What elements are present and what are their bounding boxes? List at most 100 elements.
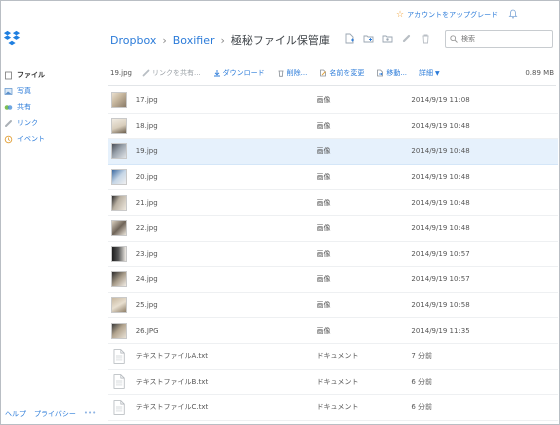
breadcrumb-boxifier[interactable]: Boxifier	[173, 34, 215, 47]
sidebar-item-label: 共有	[17, 103, 31, 111]
image-thumbnail	[111, 271, 127, 288]
image-thumbnail	[111, 220, 127, 237]
breadcrumb-current-folder: 極秘ファイル保管庫	[230, 34, 330, 47]
selected-file-name: 19.jpg	[110, 69, 132, 77]
trash-icon	[278, 70, 284, 77]
sidebar-item-label: 写真	[17, 87, 31, 95]
file-name: 21.jpg	[135, 198, 158, 207]
share-link-button[interactable]: リンクを共有...	[142, 68, 201, 78]
rename-icon	[320, 69, 327, 77]
image-thumbnail	[111, 297, 127, 314]
file-kind: 画像	[316, 121, 331, 130]
breadcrumb-separator: ›	[220, 33, 225, 47]
file-kind: 画像	[316, 275, 331, 284]
delete-button[interactable]: 削除...	[277, 68, 307, 78]
file-kind: 画像	[316, 96, 331, 105]
file-row[interactable]: 23.jpg 画像 2014/9/19 10:57	[108, 242, 558, 268]
file-row[interactable]: 26.JPG 画像 2014/9/19 11:35	[108, 318, 558, 344]
file-kind: 画像	[316, 198, 331, 207]
file-kind: 画像	[316, 224, 331, 233]
new-file-icon[interactable]	[344, 33, 355, 44]
sidebar: ファイル 写真 共有 リンク イベント	[4, 67, 94, 147]
file-kind: ドキュメント	[316, 403, 359, 412]
search-input[interactable]	[458, 35, 546, 43]
sidebar-item-shared[interactable]: 共有	[4, 99, 94, 115]
shared-folder-icon[interactable]	[382, 33, 393, 44]
file-kind: 画像	[316, 173, 331, 182]
image-thumbnail	[111, 245, 127, 262]
link-icon	[5, 119, 12, 127]
details-label: 詳細	[419, 69, 434, 77]
file-name: テキストファイルC.txt	[135, 403, 209, 412]
breadcrumb: Dropbox › Boxifier › 極秘ファイル保管庫	[110, 32, 330, 48]
file-row[interactable]: 25.jpg 画像 2014/9/19 10:58	[108, 293, 558, 319]
file-row[interactable]: テキストファイルB.txt ドキュメント 6 分前	[108, 370, 558, 396]
document-icon	[113, 400, 125, 415]
file-kind: ドキュメント	[316, 352, 359, 361]
file-row[interactable]: テキストファイルA.txt ドキュメント 7 分前	[108, 344, 558, 370]
chevron-down-icon: ▼	[435, 69, 440, 77]
upgrade-link[interactable]: ☆ アカウントをアップグレード	[396, 10, 498, 20]
file-row[interactable]: 17.jpg 画像 2014/9/19 11:08	[108, 88, 558, 114]
privacy-link[interactable]: プライバシー	[34, 409, 76, 419]
more-menu[interactable]: •••	[84, 409, 96, 419]
link-icon[interactable]	[401, 33, 412, 44]
file-modified: 2014/9/19 11:08	[411, 96, 470, 105]
file-modified: 2014/9/19 10:48	[411, 224, 470, 233]
file-name: テキストファイルB.txt	[135, 377, 209, 386]
file-name: 25.jpg	[135, 301, 158, 310]
file-row[interactable]: テキストファイルC.txt ドキュメント 6 分前	[108, 395, 558, 421]
dropbox-logo-icon[interactable]	[3, 29, 21, 49]
trash-icon[interactable]	[420, 33, 431, 44]
image-thumbnail	[111, 143, 127, 160]
search-box[interactable]	[445, 30, 553, 48]
image-thumbnail	[111, 194, 127, 211]
file-row[interactable]: 21.jpg 画像 2014/9/19 10:48	[108, 190, 558, 216]
file-modified: 2014/9/19 10:48	[411, 147, 470, 156]
image-thumbnail	[111, 322, 127, 339]
help-link[interactable]: ヘルプ	[5, 409, 26, 419]
file-name: テキストファイルA.txt	[135, 352, 209, 361]
sidebar-item-files[interactable]: ファイル	[4, 67, 94, 83]
file-row[interactable]: 18.jpg 画像 2014/9/19 10:48	[108, 114, 558, 140]
file-modified: 2014/9/19 10:58	[411, 301, 470, 310]
photo-icon	[4, 87, 13, 95]
rename-button[interactable]: 名前を変更	[319, 68, 364, 78]
move-label: 移動...	[386, 69, 408, 77]
move-icon	[377, 69, 384, 77]
file-kind: 画像	[316, 326, 331, 335]
details-dropdown[interactable]: 詳細 ▼	[419, 68, 440, 78]
breadcrumb-dropbox[interactable]: Dropbox	[110, 34, 156, 47]
file-modified: 2014/9/19 10:48	[411, 173, 470, 182]
file-name: 24.jpg	[135, 275, 158, 284]
file-modified: 6 分前	[411, 377, 433, 386]
sidebar-item-links[interactable]: リンク	[4, 115, 94, 131]
move-button[interactable]: 移動...	[376, 68, 407, 78]
file-row[interactable]: 20.jpg 画像 2014/9/19 10:48	[108, 165, 558, 191]
file-row[interactable]: 22.jpg 画像 2014/9/19 10:48	[108, 216, 558, 242]
file-row[interactable]: 19.jpg 画像 2014/9/19 10:48	[108, 139, 558, 165]
action-bar: 19.jpg リンクを共有... ダウンロード 削除... 名前を変更 移動..…	[110, 66, 554, 80]
file-modified: 2014/9/19 10:48	[411, 198, 470, 207]
image-thumbnail	[111, 92, 127, 109]
breadcrumb-separator: ›	[162, 33, 167, 47]
file-icon	[5, 71, 12, 79]
download-button[interactable]: ダウンロード	[213, 68, 265, 78]
file-kind: 画像	[316, 301, 331, 310]
star-icon: ☆	[396, 10, 405, 20]
upgrade-label: アカウントをアップグレード	[407, 11, 499, 19]
file-modified: 6 分前	[411, 403, 433, 412]
file-row[interactable]: 24.jpg 画像 2014/9/19 10:57	[108, 267, 558, 293]
download-label: ダウンロード	[222, 69, 265, 77]
file-modified: 2014/9/19 10:48	[411, 121, 470, 130]
image-thumbnail	[111, 117, 127, 134]
new-folder-icon[interactable]	[363, 33, 374, 44]
sidebar-item-label: イベント	[17, 135, 45, 143]
sidebar-item-label: リンク	[17, 119, 38, 127]
sidebar-item-events[interactable]: イベント	[4, 131, 94, 147]
footer-links: ヘルプ プライバシー •••	[5, 409, 96, 419]
image-thumbnail	[111, 169, 127, 186]
sidebar-item-photos[interactable]: 写真	[4, 83, 94, 99]
file-name: 23.jpg	[135, 249, 158, 258]
bell-icon[interactable]	[508, 9, 518, 19]
